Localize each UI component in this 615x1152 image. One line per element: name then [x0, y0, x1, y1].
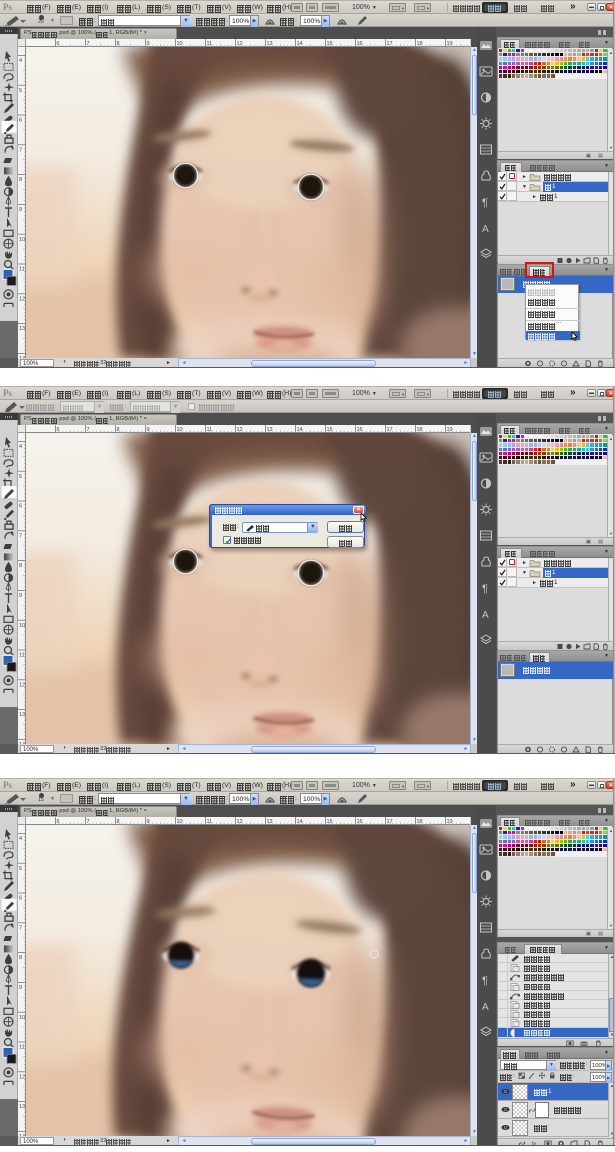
- svg-text:13: 13: [19, 326, 25, 332]
- svg-text:7: 7: [19, 147, 22, 153]
- svg-text:4: 4: [19, 444, 22, 450]
- svg-text:10: 10: [19, 237, 25, 243]
- svg-text:5: 5: [19, 474, 22, 480]
- svg-text:9: 9: [19, 207, 22, 213]
- svg-text:13: 13: [19, 712, 25, 718]
- svg-text:10: 10: [19, 623, 25, 629]
- svg-text:7: 7: [19, 533, 22, 539]
- svg-text:¶: ¶: [482, 975, 488, 986]
- svg-text:9: 9: [19, 985, 22, 991]
- svg-text:13: 13: [19, 1104, 25, 1110]
- svg-text:A: A: [482, 224, 489, 234]
- svg-text:12: 12: [19, 296, 25, 302]
- svg-text:12: 12: [19, 1074, 25, 1080]
- svg-text:9: 9: [19, 593, 22, 599]
- svg-text:¶: ¶: [482, 197, 488, 208]
- svg-text:11: 11: [19, 267, 25, 273]
- svg-text:11: 11: [19, 653, 25, 659]
- svg-text:10: 10: [19, 1015, 25, 1021]
- svg-text:12: 12: [19, 682, 25, 688]
- svg-text:4: 4: [19, 836, 22, 842]
- svg-text:6: 6: [19, 896, 22, 902]
- svg-text:fx: fx: [532, 1142, 538, 1146]
- svg-text:4: 4: [19, 58, 22, 64]
- svg-text:7: 7: [19, 925, 22, 931]
- svg-text:A: A: [482, 610, 489, 620]
- svg-text:6: 6: [19, 118, 22, 124]
- svg-text:8: 8: [19, 563, 22, 569]
- svg-text:8: 8: [19, 177, 22, 183]
- svg-text:A: A: [482, 1002, 489, 1012]
- svg-text:5: 5: [19, 866, 22, 872]
- svg-text:¶: ¶: [482, 583, 488, 594]
- svg-text:11: 11: [19, 1045, 25, 1051]
- svg-text:6: 6: [19, 504, 22, 510]
- svg-text:5: 5: [19, 88, 22, 94]
- svg-text:8: 8: [19, 955, 22, 961]
